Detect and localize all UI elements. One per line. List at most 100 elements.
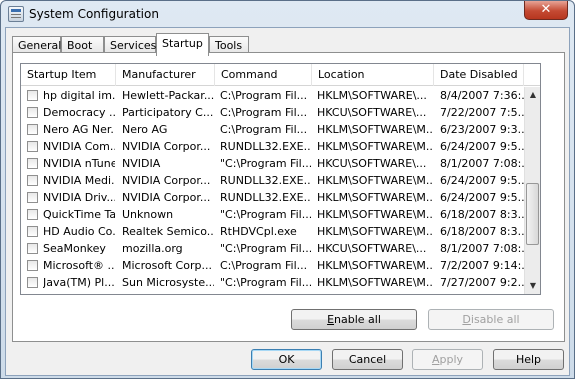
startup-item-checkbox[interactable] — [27, 107, 38, 118]
title-bar[interactable]: System Configuration ✕ — [1, 1, 574, 27]
cell-date-disabled: 8/1/2007 7:08:... — [440, 242, 524, 255]
apply-accel: A — [431, 353, 440, 366]
cell-manufacturer: NVIDIA — [122, 157, 161, 170]
cell-date-disabled: 6/24/2007 9:5... — [440, 140, 524, 153]
cell-location: HKCU\SOFTWARE\... — [317, 157, 427, 170]
column-header-manufacturer[interactable]: Manufacturer — [116, 64, 215, 86]
cell-date-disabled: 8/1/2007 7:08:... — [440, 157, 524, 170]
table-row[interactable]: QuickTime Task Unknown "C:\Program Fil... H… — [21, 206, 540, 223]
table-row[interactable]: Java(TM) Pl... Sun Microsyste... "C:\Progr… — [21, 274, 540, 291]
startup-item-checkbox[interactable] — [27, 294, 38, 295]
cell-location: HKCU\SOFTWARE\... — [317, 242, 427, 255]
scrollbar-thumb[interactable] — [526, 183, 539, 245]
cell-location: HKLM\SOFTWARE\M... — [317, 276, 433, 289]
disable-all-accel: D — [462, 313, 471, 326]
cell-location: HKLM\SOFTWARE\M... — [317, 174, 433, 187]
cell-startup-item: NVIDIA Com... — [43, 140, 115, 153]
table-row[interactable]: Democracy ... Participatory C... C:\Progra… — [21, 104, 540, 121]
cell-startup-item: NVIDIA nTune — [43, 157, 115, 170]
table-row[interactable]: TweakVI Totalidea Soft... "C:\Program Fil.… — [21, 291, 540, 295]
cell-location: HKLM\SOFTWARE\M... — [317, 208, 433, 221]
table-row[interactable]: hp digital im... Hewlett-Packar... C:\Prog… — [21, 87, 540, 104]
cell-location: HKLM\SOFTWARE\M... — [317, 123, 433, 136]
startup-item-checkbox[interactable] — [27, 141, 38, 152]
startup-item-checkbox[interactable] — [27, 243, 38, 254]
cell-location: HKLM\SOFTWARE\... — [317, 89, 427, 102]
ok-button[interactable]: OK — [251, 349, 322, 370]
enable-all-button[interactable]: Enable all — [291, 309, 417, 330]
startup-item-checkbox[interactable] — [27, 158, 38, 169]
table-row[interactable]: NVIDIA Driv... NVIDIA Corpor... RUNDLL32.E… — [21, 189, 540, 206]
cell-startup-item: NVIDIA Driv... — [43, 191, 115, 204]
table-row[interactable]: NVIDIA nTune NVIDIA "C:\Program Fil... HKCU… — [21, 155, 540, 172]
cell-date-disabled: 7/27/2007 9:2... — [440, 276, 524, 289]
cell-command: C:\Program Fil... — [220, 106, 308, 119]
cell-location: HKCU\SOFTWARE\... — [317, 106, 427, 119]
cell-manufacturer: Nero AG — [122, 123, 168, 136]
cell-location: HKLM\SOFTWARE\M... — [317, 140, 433, 153]
cell-date-disabled: 6/18/2007 8:3... — [440, 225, 524, 238]
column-header-command[interactable]: Command — [215, 64, 312, 86]
cell-command: "C:\Program Fil... — [220, 276, 311, 289]
column-header-startup-item[interactable]: Startup Item — [21, 64, 116, 86]
table-row[interactable]: SeaMonkey mozilla.org "C:\Program Fil... HK… — [21, 240, 540, 257]
enable-all-label: nable all — [334, 313, 381, 326]
startup-item-checkbox[interactable] — [27, 175, 38, 186]
startup-item-checkbox[interactable] — [27, 192, 38, 203]
close-button[interactable]: ✕ — [524, 1, 568, 20]
cell-command: RUNDLL32.EXE... — [220, 140, 311, 153]
list-rows: hp digital im... Hewlett-Packar... C:\Prog… — [21, 87, 540, 295]
scroll-up-icon[interactable]: ▲ — [525, 87, 540, 103]
table-row[interactable]: Microsoft® ... Microsoft Corp... C:\Progra… — [21, 257, 540, 274]
cell-startup-item: Nero AG Ner... — [43, 123, 115, 136]
msconfig-app-icon — [8, 6, 24, 22]
disable-all-button[interactable]: Disable all — [428, 309, 554, 330]
table-row[interactable]: Nero AG Ner... Nero AG C:\Program Fil... HK… — [21, 121, 540, 138]
cell-command: "C:\Program Fil... — [220, 157, 311, 170]
apply-label: pply — [439, 353, 464, 366]
cell-command: C:\Program Fil... — [220, 259, 308, 272]
cell-startup-item: TweakVI — [43, 291, 115, 294]
startup-item-checkbox[interactable] — [27, 260, 38, 271]
help-button[interactable]: Help — [493, 349, 564, 370]
cell-startup-item: NVIDIA Medi... — [43, 174, 115, 187]
cell-location: HKLM\SOFTWARE\M... — [317, 191, 433, 204]
cancel-button[interactable]: Cancel — [332, 349, 403, 370]
startup-items-list[interactable]: Startup Item Manufacturer Command Locati… — [20, 63, 541, 295]
cell-location: HKLM\SOFTWARE\M... — [317, 259, 433, 272]
startup-item-checkbox[interactable] — [27, 124, 38, 135]
table-row[interactable]: NVIDIA Com... NVIDIA Corpor... RUNDLL32.EX… — [21, 138, 540, 155]
cell-date-disabled: 7/2/2007 9:14:... — [440, 259, 524, 272]
startup-item-checkbox[interactable] — [27, 277, 38, 288]
cell-date-disabled: 8/4/2007 7:36:... — [440, 89, 524, 102]
cell-date-disabled: 7/27/2007 9:2... — [440, 291, 524, 294]
cell-date-disabled: 6/24/2007 9:5... — [440, 174, 524, 187]
cell-startup-item: QuickTime Task — [43, 208, 115, 221]
window-title: System Configuration — [29, 7, 159, 21]
cell-date-disabled: 7/22/2007 7:5... — [440, 106, 524, 119]
cell-command: "C:\Program Fil... — [220, 208, 311, 221]
cell-location: HKLM\SOFTWARE\M... — [317, 225, 433, 238]
column-header-location[interactable]: Location — [312, 64, 434, 86]
cell-date-disabled: 6/24/2007 9:5... — [440, 191, 524, 204]
startup-item-checkbox[interactable] — [27, 90, 38, 101]
cell-command: RUNDLL32.EXE... — [220, 191, 311, 204]
close-icon: ✕ — [540, 2, 552, 17]
vertical-scrollbar[interactable]: ▲ ▼ — [524, 87, 540, 294]
cell-manufacturer: Hewlett-Packar... — [122, 89, 214, 102]
tab-startup[interactable]: Startup — [156, 33, 209, 56]
cell-location: HKLM\SOFTWARE\M... — [317, 291, 433, 294]
cell-startup-item: Democracy ... — [43, 106, 115, 119]
apply-button[interactable]: Apply — [412, 349, 483, 370]
column-header-date-disabled[interactable]: Date Disabled — [434, 64, 524, 86]
enable-all-accel: E — [327, 313, 335, 326]
cell-manufacturer: NVIDIA Corpor... — [122, 140, 211, 153]
startup-item-checkbox[interactable] — [27, 209, 38, 220]
cell-manufacturer: Totalidea Soft... — [122, 291, 214, 294]
scroll-down-icon[interactable]: ▼ — [525, 278, 540, 294]
table-row[interactable]: HD Audio Co... Realtek Semico... RtHDVCpl.… — [21, 223, 540, 240]
table-row[interactable]: NVIDIA Medi... NVIDIA Corpor... RUNDLL32.E… — [21, 172, 540, 189]
cell-manufacturer: Sun Microsyste... — [122, 276, 214, 289]
startup-item-checkbox[interactable] — [27, 226, 38, 237]
cell-manufacturer: Microsoft Corp... — [122, 259, 212, 272]
